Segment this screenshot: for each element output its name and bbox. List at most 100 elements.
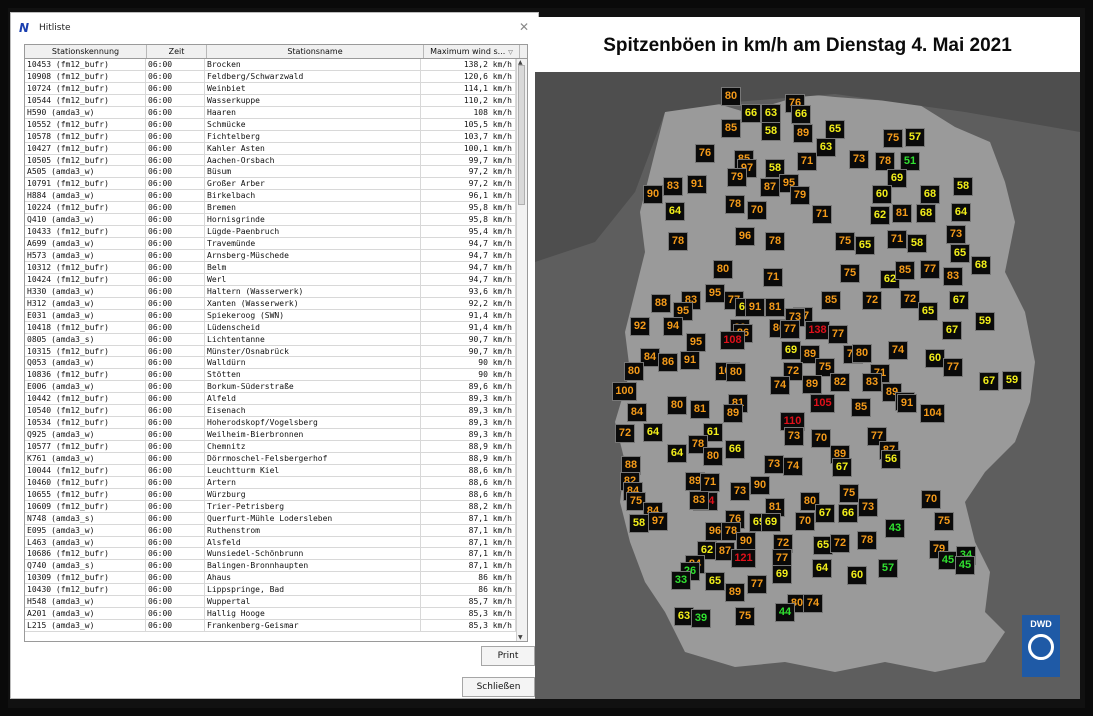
table-row[interactable]: E006 (amda3_w) 06:00 Borkum-Süderstraße 89,…: [25, 381, 517, 394]
map-title-bar: Spitzenböen in km/h am Dienstag 4. Mai 2…: [535, 17, 1080, 72]
table-row[interactable]: 10315 (fm12_bufr) 06:00 Münster/Osnabrück 9…: [25, 345, 517, 358]
table-row[interactable]: H312 (amda3_w) 06:00 Xanten (Wasserwerk) 92…: [25, 297, 517, 310]
table-row[interactable]: H573 (amda3_w) 06:00 Arnsberg-Müschede 94,7…: [25, 250, 517, 262]
wind-gust-marker: 63: [761, 104, 781, 123]
cell-time: 06:00: [146, 226, 205, 238]
cell-time: 06:00: [146, 106, 205, 118]
table-row[interactable]: 10505 (fm12_bufr) 06:00 Aachen-Orsbach 99,7…: [25, 154, 517, 167]
wind-gust-marker: 74: [770, 376, 790, 395]
wind-gust-marker: 81: [690, 400, 710, 419]
cell-max-wind: 85,3 km/h: [421, 620, 516, 631]
cell-station-id: 10312 (fm12_bufr): [25, 261, 146, 273]
cell-station-id: Q053 (amda3_w): [25, 357, 146, 369]
table-row[interactable]: Q925 (amda3_w) 06:00 Weilheim-Bierbronnen 8…: [25, 429, 517, 441]
wind-gust-marker: 79: [790, 186, 810, 205]
table-row[interactable]: N748 (amda3_s) 06:00 Querfurt-Mühle Loders…: [25, 512, 517, 525]
table-row[interactable]: 10224 (fm12_bufr) 06:00 Bremen 95,8 km/h: [25, 202, 517, 215]
dwd-logo: DWD: [1022, 615, 1060, 677]
close-button[interactable]: Schließen: [462, 677, 535, 697]
wind-gust-marker: 72: [615, 424, 635, 443]
wind-gust-marker: 75: [883, 129, 903, 148]
cell-station-id: A699 (amda3_w): [25, 238, 146, 249]
table-row[interactable]: 10427 (fm12_bufr) 06:00 Kahler Asten 100,1 …: [25, 142, 517, 155]
cell-station-id: Q740 (amda3_s): [25, 560, 146, 572]
cell-station-id: H330 (amda3_w): [25, 285, 146, 297]
table-row[interactable]: 10534 (fm12_bufr) 06:00 Hoherodskopf/Vogel…: [25, 417, 517, 430]
table-row[interactable]: 10540 (fm12_bufr) 06:00 Eisenach 89,3 km/h: [25, 405, 517, 418]
table-row[interactable]: 10544 (fm12_bufr) 06:00 Wasserkuppe 110,2 k…: [25, 94, 517, 107]
table-row[interactable]: 10836 (fm12_bufr) 06:00 Stötten 90 km/h: [25, 369, 517, 382]
cell-station-name: Feldberg/Schwarzwald: [205, 70, 421, 82]
wind-gust-marker: 73: [730, 482, 750, 501]
table-row[interactable]: 10724 (fm12_bufr) 06:00 Weinbiet 114,1 km/h: [25, 82, 517, 95]
table-row[interactable]: A201 (amda3_w) 06:00 Hallig Hooge 85,3 km/h: [25, 608, 517, 621]
cell-max-wind: 90,7 km/h: [421, 333, 516, 345]
cell-max-wind: 138,2 km/h: [421, 59, 516, 70]
table-row[interactable]: E031 (amda3_w) 06:00 Spiekeroog (SWN) 91,4 …: [25, 309, 517, 322]
table-row[interactable]: H884 (amda3_w) 06:00 Birkelbach 96,1 km/h: [25, 190, 517, 203]
cell-time: 06:00: [146, 202, 205, 214]
scrollbar-thumb[interactable]: [518, 65, 525, 205]
cell-max-wind: 96,1 km/h: [421, 190, 516, 202]
vertical-scrollbar[interactable]: ▲ ▼: [516, 59, 527, 641]
table-row[interactable]: Q410 (amda3_w) 06:00 Hornisgrinde 95,8 km/h: [25, 214, 517, 227]
table-row[interactable]: 10424 (fm12_bufr) 06:00 Werl 94,7 km/h: [25, 273, 517, 286]
table-row[interactable]: 0805 (amda3_s) 06:00 Lichtentanne 90,7 km/h: [25, 333, 517, 346]
cell-max-wind: 86 km/h: [421, 572, 516, 584]
table-row[interactable]: 10552 (fm12_bufr) 06:00 Schmücke 105,5 km/h: [25, 118, 517, 131]
wind-gust-marker: 75: [735, 607, 755, 626]
print-button[interactable]: Print: [481, 646, 535, 666]
table-row[interactable]: A699 (amda3_w) 06:00 Travemünde 94,7 km/h: [25, 238, 517, 250]
wind-gust-marker: 66: [741, 104, 761, 123]
cell-time: 06:00: [146, 608, 205, 620]
table-row[interactable]: 10433 (fm12_bufr) 06:00 Lügde-Paenbruch 95,…: [25, 226, 517, 239]
table-row[interactable]: 10609 (fm12_bufr) 06:00 Trier-Petrisberg 88…: [25, 500, 517, 513]
table-row[interactable]: E095 (amda3_w) 06:00 Ruthenstrom 87,1 km/h: [25, 524, 517, 537]
cell-max-wind: 110,2 km/h: [421, 94, 516, 106]
scroll-down-icon[interactable]: ▼: [518, 634, 523, 641]
table-row[interactable]: 10791 (fm12_bufr) 06:00 Großer Arber 97,2 k…: [25, 178, 517, 191]
wind-gust-marker: 108: [720, 331, 745, 350]
close-icon[interactable]: ✕: [519, 20, 529, 34]
wind-gust-marker: 85: [721, 119, 741, 138]
column-header-maximum-wind[interactable]: Maximum wind s... ▽: [424, 45, 520, 58]
table-row[interactable]: H548 (amda3_w) 06:00 Wuppertal 85,7 km/h: [25, 596, 517, 609]
column-header-stationsname[interactable]: Stationsname: [207, 45, 424, 58]
table-row[interactable]: L215 (amda3_w) 06:00 Frankenberg-Geismar 85…: [25, 620, 517, 632]
table-row[interactable]: 10578 (fm12_bufr) 06:00 Fichtelberg 103,7 k…: [25, 130, 517, 143]
table-row[interactable]: 10442 (fm12_bufr) 06:00 Alfeld 89,3 km/h: [25, 393, 517, 406]
column-header-zeit[interactable]: Zeit: [147, 45, 207, 58]
table-row[interactable]: H330 (amda3_w) 06:00 Haltern (Wasserwerk) 9…: [25, 285, 517, 298]
wind-gust-marker: 90: [643, 185, 663, 204]
table-row[interactable]: 10453 (fm12_bufr) 06:00 Brocken 138,2 km/h: [25, 59, 517, 71]
table-row[interactable]: 10309 (fm12_bufr) 06:00 Ahaus 86 km/h: [25, 572, 517, 585]
cell-time: 06:00: [146, 238, 205, 249]
dialog-titlebar[interactable]: N Hitliste ✕: [11, 13, 538, 43]
column-header-stationskennung[interactable]: Stationskennung: [25, 45, 147, 58]
table-row[interactable]: L463 (amda3_w) 06:00 Alsfeld 87,1 km/h: [25, 536, 517, 549]
table-row[interactable]: 10577 (fm12_bufr) 06:00 Chemnitz 88,9 km/h: [25, 441, 517, 453]
cell-station-id: 10836 (fm12_bufr): [25, 369, 146, 381]
table-row[interactable]: 10312 (fm12_bufr) 06:00 Belm 94,7 km/h: [25, 261, 517, 274]
cell-max-wind: 100,1 km/h: [421, 142, 516, 154]
cell-station-id: 10309 (fm12_bufr): [25, 572, 146, 584]
table-row[interactable]: 10044 (fm12_bufr) 06:00 Leuchtturm Kiel 88,…: [25, 464, 517, 477]
table-row[interactable]: Q053 (amda3_w) 06:00 Walldürn 90 km/h: [25, 357, 517, 370]
table-row[interactable]: 10655 (fm12_bufr) 06:00 Würzburg 88,6 km/h: [25, 488, 517, 501]
wind-gust-marker: 83: [862, 373, 882, 392]
table-row[interactable]: Q740 (amda3_s) 06:00 Balingen-Bronnhaupten…: [25, 560, 517, 573]
cell-station-id: L463 (amda3_w): [25, 536, 146, 548]
table-row[interactable]: H590 (amda3_w) 06:00 Haaren 108 km/h: [25, 106, 517, 119]
map-title: Spitzenböen in km/h am Dienstag 4. Mai 2…: [603, 35, 1012, 56]
table-row[interactable]: 10908 (fm12_bufr) 06:00 Feldberg/Schwarzwa…: [25, 70, 517, 83]
table-row[interactable]: 10418 (fm12_bufr) 06:00 Lüdenscheid 91,4 km…: [25, 321, 517, 334]
table-row[interactable]: 10686 (fm12_bufr) 06:00 Wunsiedel-Schönbru…: [25, 548, 517, 561]
table-row[interactable]: 10460 (fm12_bufr) 06:00 Artern 88,6 km/h: [25, 476, 517, 489]
cell-time: 06:00: [146, 190, 205, 202]
table-row[interactable]: A505 (amda3_w) 06:00 Büsum 97,2 km/h: [25, 166, 517, 179]
cell-station-name: Fichtelberg: [205, 130, 421, 142]
cell-station-id: H573 (amda3_w): [25, 250, 146, 261]
wind-gust-marker: 82: [830, 373, 850, 392]
table-row[interactable]: 10430 (fm12_bufr) 06:00 Lippspringe, Bad 86…: [25, 584, 517, 597]
table-row[interactable]: K761 (amda3_w) 06:00 Dörrmoschel-Felsberge…: [25, 452, 517, 465]
